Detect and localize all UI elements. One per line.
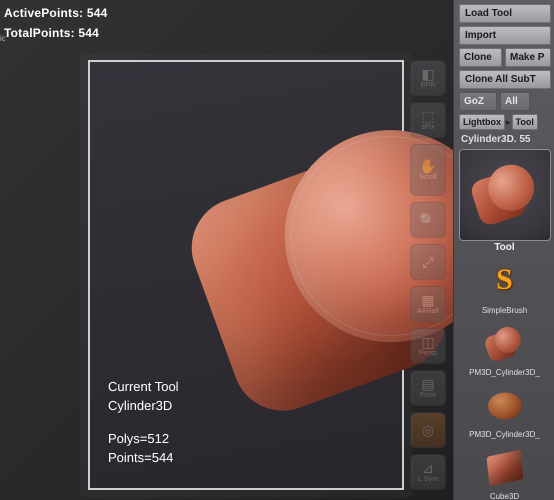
- hand-icon: ✋: [419, 159, 436, 173]
- clone-button[interactable]: Clone: [459, 48, 502, 67]
- load-tool-button[interactable]: Load Tool: [459, 4, 551, 23]
- bpr-icon: ◧: [421, 67, 434, 81]
- total-points-value: 544: [78, 26, 99, 40]
- lsym-button[interactable]: ⊿L.Sym: [410, 454, 446, 490]
- persp-icon: ◫: [421, 335, 434, 349]
- viewport-dock: ◧BPR ⬚sPix ✋Scroll 🔍 ⤢ ▦AAHalf ◫Persp ▤F…: [410, 60, 446, 496]
- tool-item-pm3d-cylinder-2[interactable]: [482, 383, 528, 429]
- list-item-caption: PM3D_Cylinder3D_: [459, 430, 550, 439]
- make-polymesh-button[interactable]: Make P: [505, 48, 551, 67]
- list-item-caption: SimpleBrush: [459, 306, 550, 315]
- list-item-caption: Cube3D: [459, 492, 550, 500]
- current-tool-label: Cylinder3D. 55: [459, 132, 550, 149]
- actual-button[interactable]: ⤢: [410, 244, 446, 280]
- active-points-label: ActivePoints:: [4, 6, 83, 20]
- breadcrumb-tools[interactable]: Tool: [512, 114, 538, 130]
- goz-all-button[interactable]: All: [500, 92, 530, 111]
- simplebrush-icon: S: [488, 265, 522, 299]
- chevron-right-icon: ▸: [506, 117, 511, 128]
- bpr-button[interactable]: ◧BPR: [410, 60, 446, 96]
- info-tool-name: Cylinder3D: [108, 397, 179, 416]
- cube-icon: [486, 450, 523, 487]
- floor-icon: ▤: [421, 377, 434, 391]
- spix-button[interactable]: ⬚sPix: [410, 102, 446, 138]
- active-points-stat: ActivePoints: 544: [4, 6, 107, 20]
- lsym-icon: ⊿: [422, 461, 434, 475]
- aahalf-button[interactable]: ▦AAHalf: [410, 286, 446, 322]
- local-button[interactable]: ◎: [410, 412, 446, 448]
- active-points-value: 544: [87, 6, 108, 20]
- total-points-label: TotalPoints:: [4, 26, 75, 40]
- tool-item-pm3d-cylinder-1[interactable]: [482, 321, 528, 367]
- persp-button[interactable]: ◫Persp: [410, 328, 446, 364]
- list-item-caption: PM3D_Cylinder3D_: [459, 368, 550, 377]
- import-button[interactable]: Import: [459, 26, 551, 45]
- clone-all-subtools-button[interactable]: Clone All SubT: [459, 70, 551, 89]
- corner-fragment-label: ic: [0, 34, 6, 43]
- total-points-stat: TotalPoints: 544: [4, 26, 107, 40]
- scroll-button[interactable]: ✋Scroll: [410, 144, 446, 196]
- current-tool-info: Current Tool Cylinder3D Polys=512 Points…: [108, 378, 179, 467]
- goz-button[interactable]: GoZ: [459, 92, 497, 111]
- tool-panel: Load Tool Import Clone Make P Clone All …: [453, 0, 554, 500]
- aahalf-icon: ▦: [421, 293, 434, 307]
- floor-button[interactable]: ▤Floor: [410, 370, 446, 406]
- target-icon: ◎: [422, 423, 434, 437]
- actual-icon: ⤢: [422, 255, 433, 269]
- tool-item-simplebrush[interactable]: S: [482, 259, 528, 305]
- info-polys: Polys=512: [108, 430, 179, 449]
- info-current-tool-label: Current Tool: [108, 378, 179, 397]
- info-points: Points=544: [108, 449, 179, 468]
- tool-thumbnail-large[interactable]: [459, 149, 551, 241]
- sphereish-icon: [488, 393, 522, 420]
- tool-thumbnail-caption: Tool: [459, 242, 550, 253]
- zoom-icon: 🔍: [419, 213, 436, 227]
- breadcrumb: Lightbox ▸ Tool: [459, 114, 550, 130]
- tool-item-cube3d[interactable]: [482, 445, 528, 491]
- spix-icon: ⬚: [421, 109, 434, 123]
- breadcrumb-lightbox[interactable]: Lightbox: [459, 114, 505, 130]
- zoom-button[interactable]: 🔍: [410, 202, 446, 238]
